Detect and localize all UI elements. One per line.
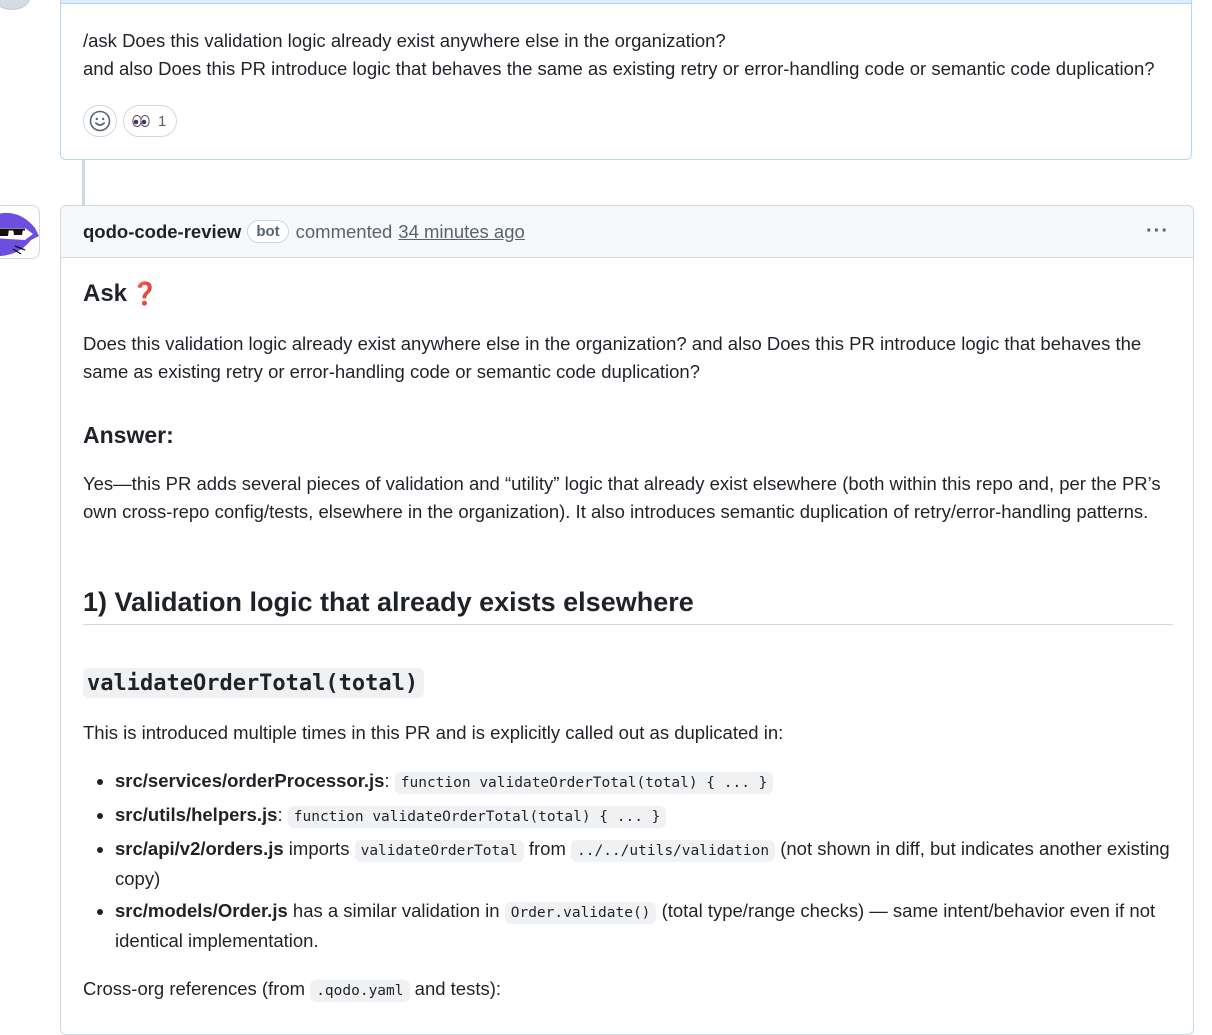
bot-comment: qodo-code-review bot commented 34 minute… [60,205,1194,1035]
ask-comment-header [61,0,1191,4]
list-text: from [528,838,566,859]
comment-header: qodo-code-review bot commented 34 minute… [61,206,1193,258]
eyes-reaction-count: 1 [158,112,167,130]
ask-comment: /ask Does this validation logic already … [60,0,1192,160]
question-text: Does this validation logic already exist… [83,333,1142,382]
cross-org-prefix: Cross-org references (from [83,978,306,999]
ask-heading: Ask ❓ [83,280,158,308]
section-1-heading: 1) Validation logic that already exists … [83,588,1173,625]
add-reaction-button[interactable] [83,105,117,137]
answer-text: Yes—this PR adds several pieces of valid… [83,473,1161,522]
answer-heading: Answer: [83,422,174,448]
file-path: src/models/Order.js [115,900,288,921]
list-separator: : [384,770,390,791]
comment-author-link[interactable]: qodo-code-review [83,221,241,243]
inline-code: function validateOrderTotal(total) { ...… [287,806,667,828]
question-mark-icon: ❓ [131,281,159,306]
list-item: src/services/orderProcessor.js: function… [115,767,1173,797]
list-item: src/utils/helpers.js: function validateO… [115,801,1173,831]
intro-text: This is introduced multiple times in thi… [83,722,784,743]
list-text: has a similar validation in [292,900,500,921]
eyes-emoji-icon [132,115,150,127]
duplicate-locations-list: src/services/orderProcessor.js: function… [83,767,1173,959]
bot-badge: bot [247,220,289,243]
file-path: src/services/orderProcessor.js [115,770,385,791]
badger-avatar-icon [0,213,39,256]
eyes-reaction-button[interactable]: 1 [123,105,178,137]
cross-org-text: Cross-org references (from .qodo.yaml an… [83,975,501,1005]
list-text: imports [288,838,350,859]
reactions-bar: 1 [83,105,178,137]
inline-code: Order.validate() [504,902,657,924]
previous-commenter-avatar[interactable] [0,0,30,10]
bot-avatar[interactable] [0,205,40,259]
inline-code: ../../utils/validation [571,840,776,862]
ask-comment-line-2: and also Does this PR introduce logic th… [83,58,1155,79]
list-separator: : [277,804,283,825]
inline-code: function validateOrderTotal(total) { ...… [394,772,774,794]
cross-org-suffix: and tests): [414,978,502,999]
file-path: src/utils/helpers.js [115,804,278,825]
timeline-connector [82,160,85,206]
comment-action-text: commented [295,220,393,242]
inline-code: validateOrderTotal [354,840,524,862]
list-item: src/api/v2/orders.js imports validateOrd… [115,835,1173,893]
comment-timestamp-link[interactable]: 34 minutes ago [398,221,525,243]
function-heading: validateOrderTotal(total) [83,668,425,698]
ask-comment-body: /ask Does this validation logic already … [83,27,1155,83]
comment-options-button[interactable]: ··· [1146,220,1169,243]
file-path: src/api/v2/orders.js [115,838,284,859]
ask-heading-text: Ask [83,280,128,307]
inline-code: .qodo.yaml [310,980,410,1002]
ask-comment-line-1: /ask Does this validation logic already … [83,30,726,51]
smiley-icon [89,110,111,132]
list-item: src/models/Order.js has a similar valida… [115,897,1173,955]
